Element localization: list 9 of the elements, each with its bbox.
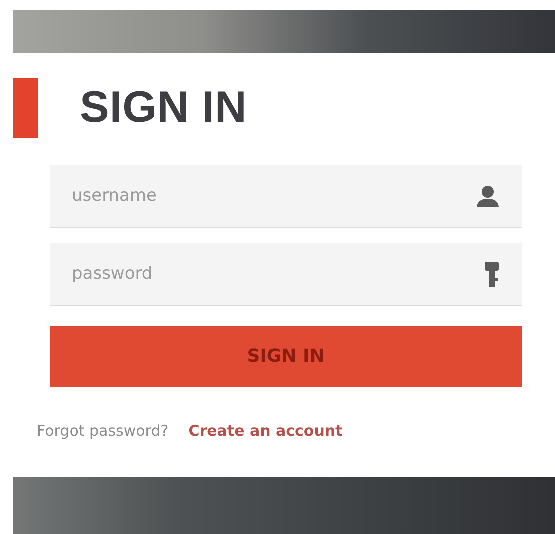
sign-in-button[interactable]: SIGN IN	[50, 326, 522, 387]
username-field[interactable]: username	[50, 165, 522, 228]
create-account-link[interactable]: Create an account	[188, 422, 343, 440]
password-field[interactable]: password	[50, 243, 522, 306]
key-icon	[484, 260, 500, 288]
accent-bar	[13, 78, 38, 138]
forgot-password-link[interactable]: Forgot password?	[37, 422, 169, 440]
page-title: SIGN IN	[80, 83, 248, 133]
user-icon	[476, 184, 500, 208]
